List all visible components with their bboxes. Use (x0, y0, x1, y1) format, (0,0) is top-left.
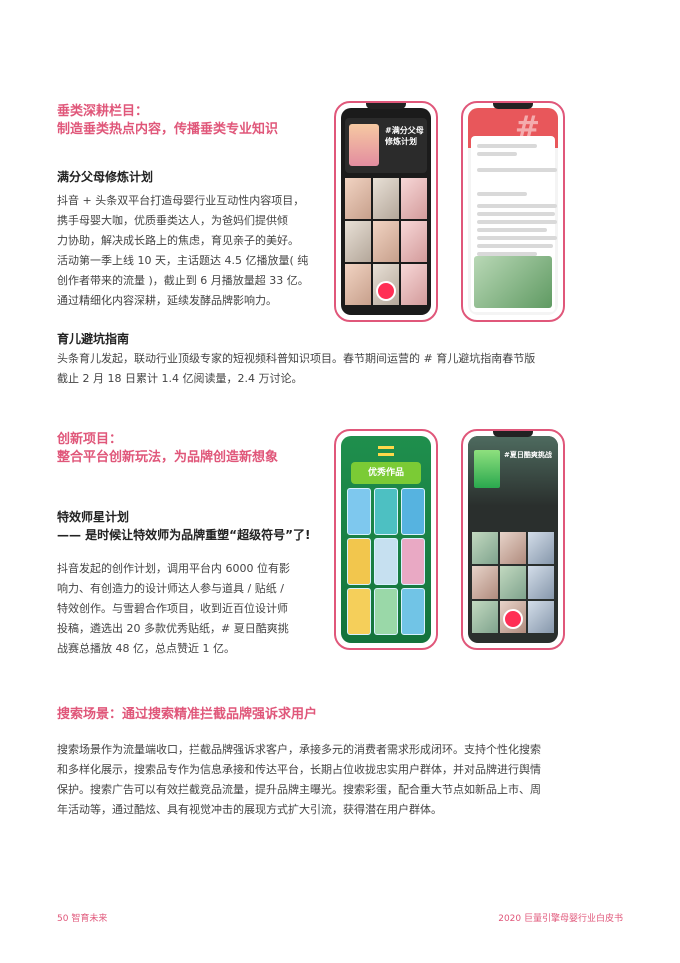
sticker-tile (401, 488, 425, 535)
text-line (477, 236, 557, 240)
text-line (477, 212, 555, 216)
item3-body: 抖音发起的创作计划，调用平台内 6000 位有影 响力、有创造力的设计师达人参与… (57, 562, 290, 655)
challenge-poster (474, 450, 500, 488)
sticker-tile (374, 588, 398, 635)
text-line (477, 244, 553, 248)
article-photo (474, 256, 552, 308)
section2-heading-line1: 创新项目： (57, 432, 123, 447)
topic-card: #满分父母修炼计划 (345, 118, 427, 173)
video-thumb (528, 600, 554, 633)
section1-heading-line2: 制造垂类热点内容，传播垂类专业知识 (57, 122, 279, 137)
chevron-badge-icon (378, 446, 394, 456)
phone-mockup-parenting: #满分父母修炼计划 (334, 101, 438, 322)
item1-title: 满分父母修炼计划 (57, 170, 154, 184)
phone-mockup-challenge: #夏日酷爽挑战 (461, 429, 565, 650)
text-line (477, 168, 557, 172)
footer-publication-title: 2020 巨量引擎母婴行业白皮书 (498, 914, 623, 924)
section1-heading-line1: 垂类深耕栏目： (57, 104, 149, 119)
video-thumb (401, 264, 427, 305)
text-line (477, 192, 527, 196)
video-thumb (472, 566, 498, 599)
video-thumb (373, 178, 399, 219)
sticker-tile (401, 588, 425, 635)
text-line (477, 228, 547, 232)
item2-title: 育儿避坑指南 (57, 332, 130, 346)
sticker-tile (374, 538, 398, 585)
item2-body: 头条育儿发起，联动行业顶级专家的短视频科普知识项目。春节期间运营的 # 育儿避坑… (57, 352, 536, 385)
sticker-tile (347, 538, 371, 585)
phone-screen: #满分父母修炼计划 (341, 108, 431, 315)
section2-heading-line2: 整合平台创新玩法，为品牌创造新想象 (57, 450, 279, 465)
text-line (477, 144, 537, 148)
video-thumb (373, 221, 399, 262)
record-icon (376, 281, 396, 301)
challenge-tag: #夏日酷爽挑战 (504, 451, 552, 459)
video-thumb (345, 264, 371, 305)
showcase-header: 优秀作品 (351, 462, 421, 484)
sticker-tile (347, 488, 371, 535)
phone-notch (366, 103, 406, 109)
video-thumb (472, 532, 498, 565)
sticker-tile (374, 488, 398, 535)
phone-screen: # (468, 108, 558, 315)
phone-notch (493, 103, 533, 109)
item3-title: 特效师星计划 (57, 510, 130, 524)
video-thumb (401, 221, 427, 262)
phone-screen: 优秀作品 (341, 436, 431, 643)
video-thumb (472, 600, 498, 633)
section3-heading: 搜索场景：通过搜索精准拦截品牌强诉求用户 (57, 707, 318, 722)
sticker-tile (347, 588, 371, 635)
phone-notch (493, 431, 533, 437)
record-icon (503, 609, 523, 629)
phone-mockup-stickers: 优秀作品 (334, 429, 438, 650)
video-thumb (401, 178, 427, 219)
topic-tag: #满分父母修炼计划 (385, 126, 424, 146)
video-thumb (528, 566, 554, 599)
section3-body: 搜索场景作为流量端收口，拦截品牌强诉求客户，承接多元的消费者需求形成闭环。支持个… (57, 743, 541, 816)
phone-mockup-guide: # (461, 101, 565, 322)
video-thumb (345, 221, 371, 262)
item1-body: 抖音 + 头条双平台打造母婴行业互动性内容项目， 携手母婴大咖，优质垂类达人，为… (57, 194, 309, 307)
phone-screen: #夏日酷爽挑战 (468, 436, 558, 643)
challenge-header: #夏日酷爽挑战 (468, 436, 558, 506)
video-thumb (500, 532, 526, 565)
topic-cover-image (349, 124, 379, 166)
footer-page-label: 50 智育未来 (57, 914, 108, 924)
sticker-tile (401, 538, 425, 585)
video-thumb (500, 566, 526, 599)
text-line (477, 204, 557, 208)
video-thumb (528, 532, 554, 565)
text-line (477, 152, 517, 156)
item3-subtitle: —— 是时候让特效师为品牌重塑“超级符号”了! (57, 528, 311, 542)
sticker-grid (347, 488, 425, 635)
video-thumb (345, 178, 371, 219)
text-line (477, 220, 557, 224)
